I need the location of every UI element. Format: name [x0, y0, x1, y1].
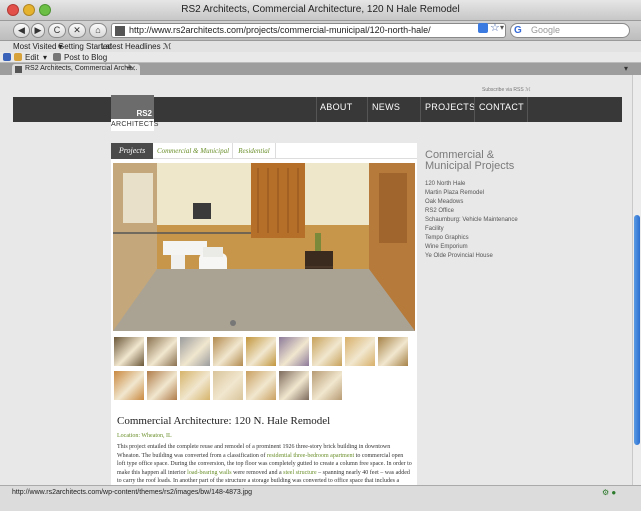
thumbnail[interactable]	[146, 336, 178, 367]
thumbnail[interactable]	[179, 336, 211, 367]
projects-sidebar: Commercial & Municipal Projects 120 Nort…	[425, 150, 535, 261]
sidebar-item-schaumburg[interactable]: Schaumburg: Vehicle Maintenance Facility	[425, 216, 535, 234]
tab-favicon-icon	[15, 66, 22, 73]
thumbnail[interactable]	[278, 370, 310, 401]
logo-mark: RS2	[136, 109, 152, 118]
nav-divider	[367, 97, 368, 122]
link-residential-apartment[interactable]: residential three-bedroom apartment	[267, 453, 354, 459]
tab-strip: RS2 Architects, Commercial Archit... ✕ +…	[0, 62, 641, 75]
sidebar-project-list: 120 North Hale Martin Plaza Remodel Oak …	[425, 180, 535, 261]
home-button[interactable]: ⌂	[89, 23, 107, 38]
thumbnail[interactable]	[278, 336, 310, 367]
status-url: http://www.rs2architects.com/wp-content/…	[12, 489, 253, 496]
window-titlebar: RS2 Architects, Commercial Architecture,…	[0, 0, 641, 21]
subscribe-rss-link[interactable]: Subscribe via RSS ℳ	[482, 87, 530, 93]
tab-residential[interactable]: Residential	[232, 143, 276, 159]
post-icon	[53, 53, 61, 61]
body-text: The building was converted from a classi…	[141, 452, 267, 459]
sidebar-item-martin-plaza[interactable]: Martin Plaza Remodel	[425, 189, 535, 198]
thumbnail[interactable]	[212, 336, 244, 367]
project-content: Projects Commercial & Municipal Resident…	[111, 143, 417, 485]
project-title: Commercial Architecture: 120 N. Hale Rem…	[117, 415, 331, 427]
bookmark-latest-headlines[interactable]: Latest Headlines ℳ	[101, 42, 171, 51]
window-title: RS2 Architects, Commercial Architecture,…	[181, 4, 460, 15]
bookmark-star-icon[interactable]: ☆	[490, 21, 500, 34]
thumbnail[interactable]	[377, 336, 409, 367]
page-viewport: Subscribe via RSS ℳ RS2 ARCHITECTS ABOUT…	[0, 75, 632, 485]
nav-projects[interactable]: PROJECTS	[425, 102, 475, 112]
project-tabs: Projects Commercial & Municipal Resident…	[111, 143, 417, 159]
history-dropdown-icon[interactable]: ▾	[500, 23, 504, 32]
nav-divider	[420, 97, 421, 122]
thumbnail[interactable]	[212, 370, 244, 401]
navigation-toolbar: ◀ ▶ C ✕ ⌂ http://www.rs2architects.com/p…	[0, 21, 641, 41]
nav-divider	[474, 97, 475, 122]
project-main-photo[interactable]	[113, 163, 415, 331]
logo-block: RS2	[111, 95, 154, 119]
thumbnail[interactable]	[245, 370, 277, 401]
thumbnail[interactable]	[179, 370, 211, 401]
reload-button[interactable]: C	[48, 23, 66, 38]
post-to-blog-button[interactable]: Post to Blog	[64, 53, 107, 62]
sidebar-item-oak-meadows[interactable]: Oak Meadows	[425, 198, 535, 207]
edit-icon	[14, 53, 22, 61]
site-logo[interactable]: RS2 ARCHITECTS	[111, 95, 158, 131]
sidebar-item-wine-emporium[interactable]: Wine Emporium	[425, 243, 535, 252]
new-tab-button[interactable]: +	[126, 62, 132, 74]
back-button[interactable]: ◀	[13, 23, 30, 38]
stop-button[interactable]: ✕	[68, 23, 86, 38]
tab-commercial-municipal[interactable]: Commercial & Municipal	[155, 143, 231, 159]
sidebar-item-120-north-hale[interactable]: 120 North Hale	[425, 180, 535, 189]
nav-about[interactable]: ABOUT	[320, 102, 353, 112]
status-bar: http://www.rs2architects.com/wp-content/…	[0, 485, 641, 511]
sidebar-title: Commercial & Municipal Projects	[425, 149, 515, 172]
site-header-bar	[13, 97, 622, 122]
tab-list-menu-icon[interactable]: ▾	[624, 64, 628, 73]
bookmarks-toolbar: Most Visited ▾ Getting Started Latest He…	[0, 41, 641, 52]
sidebar-item-ye-olde-provincial[interactable]: Ye Olde Provincial House	[425, 252, 535, 261]
scrollbar-thumb[interactable]	[634, 215, 640, 445]
address-bar[interactable]: http://www.rs2architects.com/projects/co…	[111, 23, 506, 38]
logo-text: ARCHITECTS	[111, 121, 159, 128]
tab-rs2-architects[interactable]: RS2 Architects, Commercial Archit... ✕	[12, 64, 140, 75]
url-text: http://www.rs2architects.com/projects/co…	[129, 25, 431, 35]
thumbnail[interactable]	[311, 370, 343, 401]
status-addon-icons[interactable]: ⚙ ●	[602, 488, 616, 497]
bookmark-most-visited[interactable]: Most Visited ▾	[13, 42, 63, 51]
link-load-bearing-walls[interactable]: load-bearing walls	[187, 470, 231, 476]
project-description: This project entailed the complete reuse…	[117, 443, 413, 485]
project-location: Location: Wheaton, IL	[117, 433, 172, 439]
thumbnail[interactable]	[146, 370, 178, 401]
google-icon: G	[514, 25, 522, 36]
search-placeholder: Google	[531, 25, 561, 35]
bathroom-photo	[113, 163, 415, 331]
vertical-scrollbar[interactable]	[632, 75, 641, 485]
edit-dropdown-icon[interactable]: ▾	[43, 53, 47, 62]
sidebar-item-rs2-office[interactable]: RS2 Office	[425, 207, 535, 216]
nav-news[interactable]: NEWS	[372, 102, 400, 112]
thumbnail[interactable]	[245, 336, 277, 367]
nav-divider	[527, 97, 528, 122]
thumbnail[interactable]	[311, 336, 343, 367]
search-input[interactable]: G Google	[510, 23, 630, 38]
edit-button[interactable]: Edit	[25, 53, 39, 62]
nav-contact[interactable]: CONTACT	[479, 102, 524, 112]
thumbnail[interactable]	[344, 336, 376, 367]
thumbnail[interactable]	[113, 336, 145, 367]
link-steel-structure[interactable]: steel structure	[283, 470, 317, 476]
forward-button[interactable]: ▶	[31, 23, 45, 38]
body-text: were removed and a	[231, 469, 284, 476]
tab-projects[interactable]: Projects	[111, 143, 153, 159]
sidebar-item-tempo-graphics[interactable]: Tempo Graphics	[425, 234, 535, 243]
blog-extension-icon[interactable]	[3, 53, 11, 61]
nav-divider	[316, 97, 317, 122]
tab-title: RS2 Architects, Commercial Archit...	[25, 65, 138, 72]
rss-feed-icon[interactable]	[478, 23, 488, 33]
extension-toolbar: Edit ▾ Post to Blog	[0, 52, 641, 63]
site-favicon-icon	[115, 26, 125, 36]
thumbnail[interactable]	[113, 370, 145, 401]
